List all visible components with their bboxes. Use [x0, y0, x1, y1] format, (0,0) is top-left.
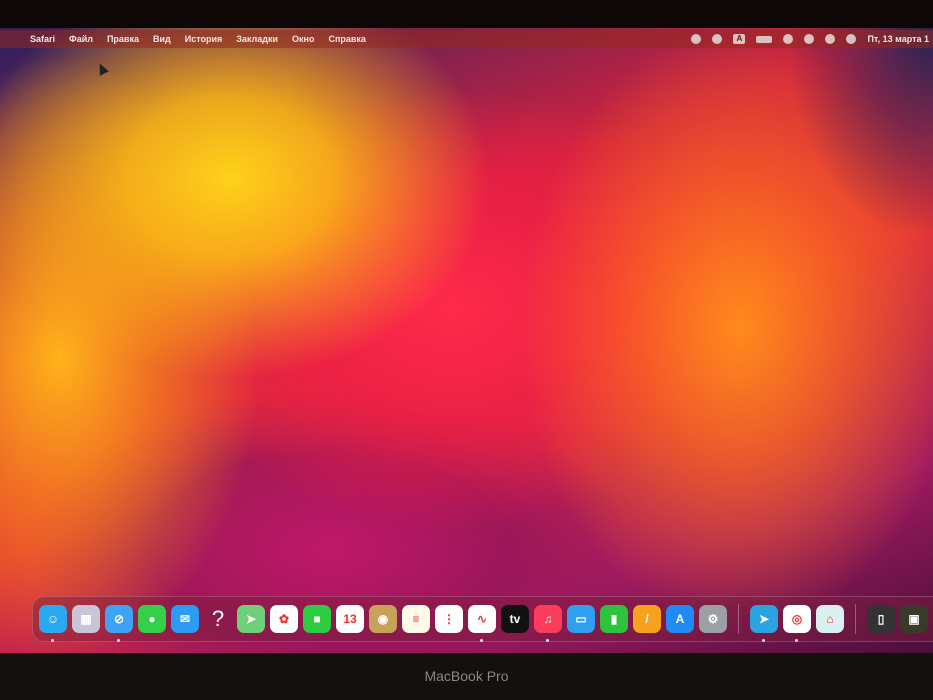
dock-glyph: 13 — [343, 612, 357, 626]
menu-item[interactable]: Закладки — [236, 34, 278, 44]
dock-glyph: ⌂ — [826, 612, 834, 626]
menu-app-safari[interactable]: Safari — [30, 34, 55, 44]
dock-glyph: ▮ — [610, 612, 618, 626]
menu-item[interactable]: История — [185, 34, 223, 44]
running-indicator — [117, 639, 120, 642]
dock-glyph: / — [645, 612, 649, 626]
dock-safari-icon[interactable]: ⊘ — [105, 605, 133, 642]
dock-messages-icon[interactable]: ● — [138, 605, 166, 633]
dock-photos-icon[interactable]: ✿ — [270, 605, 298, 633]
wallpaper-shade — [793, 28, 933, 228]
dock-glyph: ♫ — [543, 612, 553, 626]
dock: ☺▦⊘●✉?➤✿■13◉≡⋮∿tv♫▭▮/A⚙➤◎⌂▯▣🗑 — [32, 596, 933, 642]
dock-tv-icon[interactable]: tv — [501, 605, 529, 633]
mouse-cursor-icon — [95, 61, 109, 76]
dock-help-icon[interactable]: ? — [204, 605, 232, 633]
dock-glyph: ✉ — [179, 612, 191, 626]
dock-numbers-icon[interactable]: ▮ — [600, 605, 628, 633]
brand-label: MacBook Pro — [424, 668, 509, 684]
focus-icon[interactable] — [691, 34, 702, 44]
dock-glyph: ➤ — [758, 612, 770, 626]
dock-separator — [855, 604, 856, 634]
dock-glyph: ▭ — [575, 612, 587, 626]
dock-glyph: ∿ — [476, 612, 488, 626]
dock-glyph: ⚙ — [707, 612, 719, 626]
desktop: Safari Файл Правка Вид История Закладки Окно С… — [0, 28, 933, 653]
dock-glyph: ☺ — [46, 612, 60, 626]
dock-screenshot-icon[interactable]: ▣ — [900, 605, 928, 633]
dock-notes-icon[interactable]: ≡ — [402, 605, 430, 633]
dock-glyph: ◉ — [377, 612, 389, 626]
menu-item[interactable]: Справка — [328, 34, 365, 44]
dock-iphone-mirroring-icon[interactable]: ▯ — [867, 605, 895, 633]
dock-glyph: ▦ — [80, 612, 92, 626]
dock-glyph: ≡ — [412, 612, 420, 626]
screen-time-icon[interactable] — [712, 34, 723, 44]
dock-calendar-icon[interactable]: 13 — [336, 605, 364, 633]
dock-separator — [738, 604, 739, 634]
dock-mail-icon[interactable]: ✉ — [171, 605, 199, 633]
dock-app-store-icon[interactable]: A — [666, 605, 694, 633]
menu-clock[interactable]: Пт, 13 марта 1 — [867, 34, 929, 44]
menu-item[interactable]: Вид — [153, 34, 171, 44]
dock-pages-icon[interactable]: / — [633, 605, 661, 633]
dock-glyph: ⊘ — [113, 612, 125, 626]
dock-preview-icon[interactable]: ⌂ — [816, 605, 844, 633]
dock-freeform-icon[interactable]: ∿ — [468, 605, 496, 642]
dock-facetime-icon[interactable]: ■ — [303, 605, 331, 633]
dock-system-settings-icon[interactable]: ⚙ — [699, 605, 727, 633]
dock-contacts-icon[interactable]: ◉ — [369, 605, 397, 633]
menu-item[interactable]: Правка — [107, 34, 139, 44]
menu-bar: Safari Файл Правка Вид История Закладки Окно С… — [0, 30, 933, 48]
dock-glyph: ◎ — [791, 612, 803, 626]
dock-glyph: ⋮ — [443, 612, 455, 626]
input-source-icon[interactable]: А — [733, 34, 746, 44]
menu-item[interactable]: Окно — [292, 34, 314, 44]
dock-keynote-icon[interactable]: ▭ — [567, 605, 595, 633]
dock-glyph: tv — [509, 612, 521, 626]
battery-icon[interactable] — [756, 35, 773, 43]
running-indicator — [480, 639, 483, 642]
dock-glyph: ▯ — [877, 612, 885, 626]
dock-glyph: ▣ — [908, 612, 920, 626]
siri-icon[interactable] — [846, 34, 857, 44]
dock-reminders-icon[interactable]: ⋮ — [435, 605, 463, 633]
dock-finder-icon[interactable]: ☺ — [39, 605, 67, 642]
wifi-icon[interactable] — [783, 34, 794, 44]
dock-glyph: ? — [211, 606, 225, 631]
dock-telegram-icon[interactable]: ➤ — [750, 605, 778, 642]
running-indicator — [795, 639, 798, 642]
dock-glyph: A — [675, 612, 685, 626]
dock-music-icon[interactable]: ♫ — [534, 605, 562, 642]
dock-glyph: ■ — [313, 612, 321, 626]
control-center-icon[interactable] — [825, 34, 836, 44]
running-indicator — [51, 639, 54, 642]
dock-maps-icon[interactable]: ➤ — [237, 605, 265, 633]
running-indicator — [762, 639, 765, 642]
dock-glyph: ✿ — [278, 612, 290, 626]
search-icon[interactable] — [804, 34, 815, 44]
menu-item[interactable]: Файл — [69, 34, 93, 44]
dock-launchpad-icon[interactable]: ▦ — [72, 605, 100, 633]
running-indicator — [546, 639, 549, 642]
dock-glyph: ➤ — [245, 612, 257, 626]
dock-chrome-icon[interactable]: ◎ — [783, 605, 811, 642]
dock-glyph: ● — [148, 612, 156, 626]
